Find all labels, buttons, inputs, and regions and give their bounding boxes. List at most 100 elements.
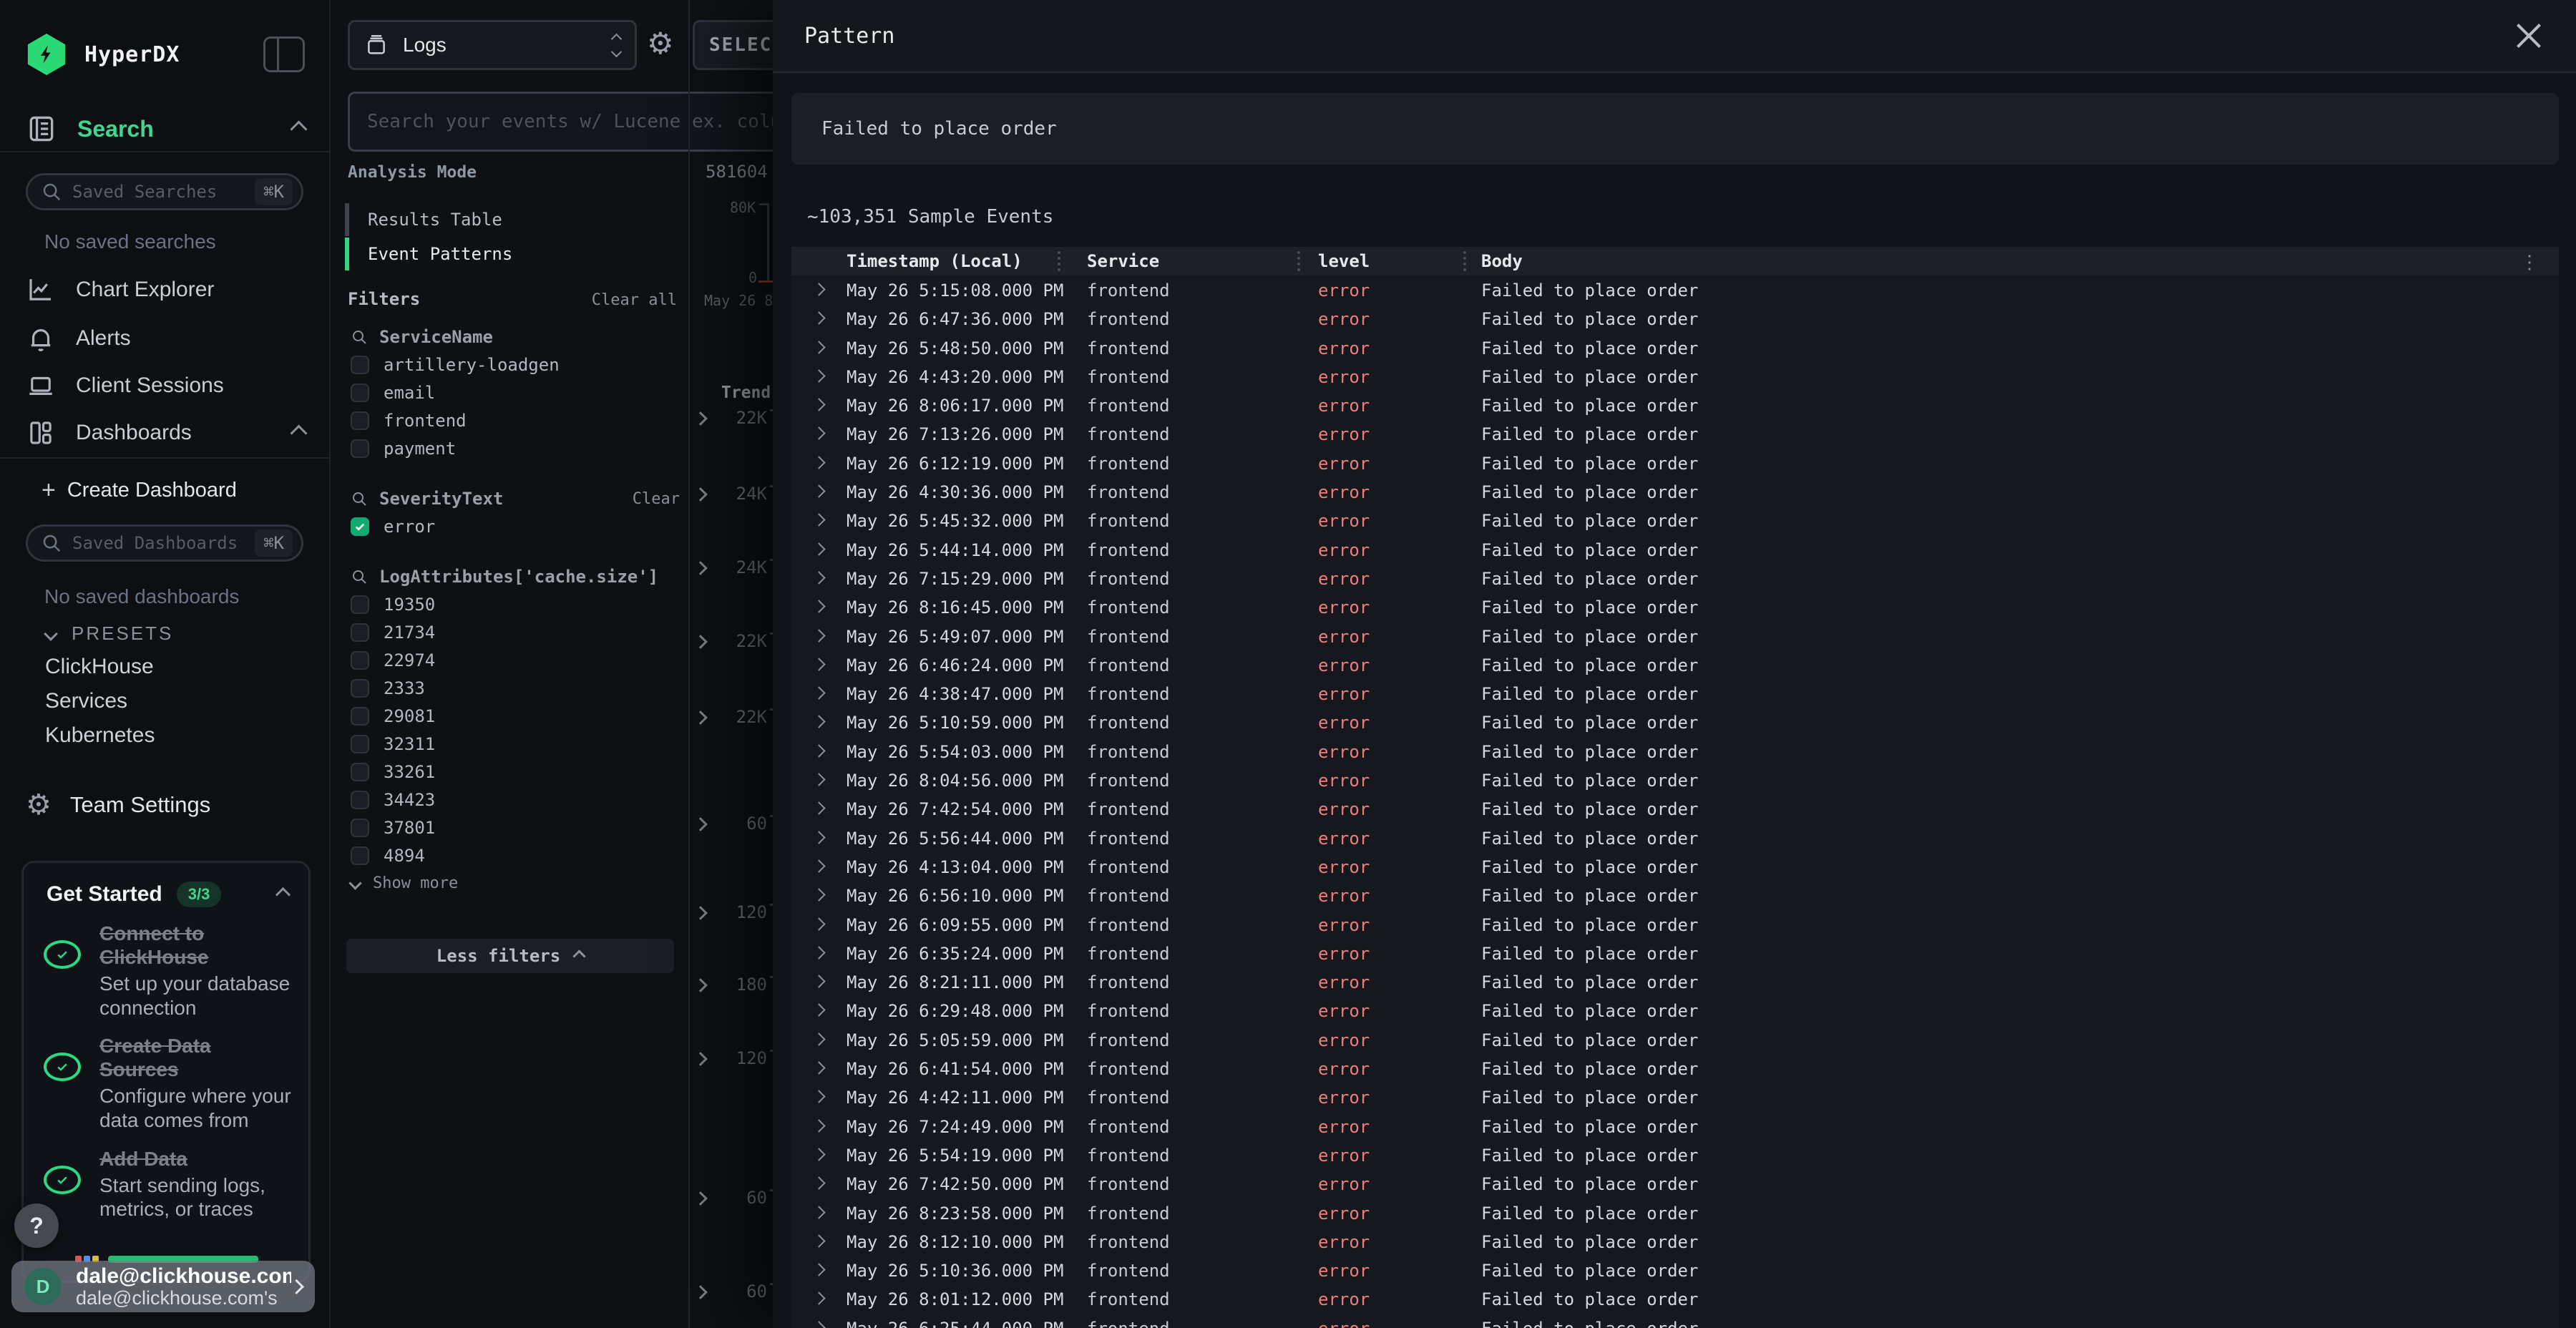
- column-header-body[interactable]: Body: [1481, 247, 1523, 275]
- table-row[interactable]: May 26 6:41:54.000 PMfrontenderrorFailed…: [791, 1054, 2559, 1083]
- checklist-item[interactable]: Connect to ClickHouse Set up your databa…: [44, 922, 291, 1020]
- row-expand-icon[interactable]: [812, 571, 825, 584]
- checkbox[interactable]: [351, 679, 369, 698]
- filter-option[interactable]: 4894: [351, 841, 680, 869]
- table-row[interactable]: May 26 4:13:04.000 PMfrontenderrorFailed…: [791, 852, 2559, 881]
- table-row[interactable]: May 26 6:29:48.000 PMfrontenderrorFailed…: [791, 996, 2559, 1025]
- row-expand-icon[interactable]: [812, 1148, 825, 1161]
- chevron-right-icon[interactable]: [693, 411, 708, 426]
- pattern-row-peek[interactable]: 60: [690, 1281, 774, 1303]
- row-expand-icon[interactable]: [812, 1177, 825, 1190]
- table-row[interactable]: May 26 5:10:59.000 PMfrontenderrorFailed…: [791, 708, 2559, 736]
- row-expand-icon[interactable]: [812, 341, 825, 353]
- row-expand-icon[interactable]: [812, 1119, 825, 1132]
- row-expand-icon[interactable]: [812, 831, 825, 844]
- sidebar-item-alerts[interactable]: Alerts: [26, 321, 305, 356]
- chevron-up-icon[interactable]: [290, 424, 307, 441]
- row-expand-icon[interactable]: [812, 600, 825, 613]
- chevron-right-icon[interactable]: [693, 1191, 708, 1206]
- row-expand-icon[interactable]: [812, 312, 825, 325]
- table-row[interactable]: May 26 5:05:59.000 PMfrontenderrorFailed…: [791, 1025, 2559, 1054]
- filter-option[interactable]: 34423: [351, 786, 680, 814]
- column-header-service[interactable]: Service: [1087, 247, 1159, 275]
- table-row[interactable]: May 26 6:56:10.000 PMfrontenderrorFailed…: [791, 881, 2559, 909]
- checkbox[interactable]: [351, 763, 369, 781]
- row-expand-icon[interactable]: [812, 889, 825, 902]
- checkbox[interactable]: [351, 707, 369, 726]
- chevron-right-icon[interactable]: [693, 906, 708, 920]
- pattern-row-peek[interactable]: 24K: [690, 484, 774, 505]
- filter-option[interactable]: 29081: [351, 702, 680, 730]
- row-expand-icon[interactable]: [812, 1321, 825, 1328]
- filter-option[interactable]: 33261: [351, 758, 680, 786]
- create-dashboard-button[interactable]: + Create Dashboard: [42, 477, 237, 504]
- checkbox[interactable]: [351, 819, 369, 837]
- filter-option[interactable]: email: [351, 379, 680, 406]
- table-row[interactable]: May 26 8:01:12.000 PMfrontenderrorFailed…: [791, 1284, 2559, 1313]
- chevron-right-icon[interactable]: [693, 1285, 708, 1299]
- sidebar-item-team-settings[interactable]: ⚙ Team Settings: [26, 787, 305, 823]
- table-options-icon[interactable]: ⋮: [2520, 253, 2539, 271]
- show-more-link[interactable]: Show more: [351, 869, 680, 897]
- column-resize-handle[interactable]: [1463, 251, 1466, 271]
- filter-option[interactable]: 21734: [351, 618, 680, 646]
- row-expand-icon[interactable]: [812, 716, 825, 728]
- table-row[interactable]: May 26 4:42:11.000 PMfrontenderrorFailed…: [791, 1083, 2559, 1111]
- pattern-row-peek[interactable]: 180: [690, 975, 774, 996]
- row-expand-icon[interactable]: [812, 859, 825, 872]
- checkbox[interactable]: [351, 439, 369, 458]
- row-expand-icon[interactable]: [812, 283, 825, 296]
- saved-searches-input[interactable]: Saved Searches ⌘K: [26, 173, 303, 210]
- table-row[interactable]: May 26 8:16:45.000 PMfrontenderrorFailed…: [791, 592, 2559, 621]
- filter-option[interactable]: 22974: [351, 646, 680, 674]
- row-expand-icon[interactable]: [812, 484, 825, 497]
- row-expand-icon[interactable]: [812, 658, 825, 670]
- filter-option[interactable]: 2333: [351, 674, 680, 702]
- row-expand-icon[interactable]: [812, 398, 825, 411]
- table-row[interactable]: May 26 4:30:36.000 PMfrontenderrorFailed…: [791, 477, 2559, 506]
- table-row[interactable]: May 26 5:54:03.000 PMfrontenderrorFailed…: [791, 737, 2559, 766]
- row-expand-icon[interactable]: [812, 917, 825, 930]
- presets-toggle[interactable]: PRESETS: [46, 622, 173, 645]
- checkbox[interactable]: [351, 356, 369, 374]
- table-row[interactable]: May 26 7:42:54.000 PMfrontenderrorFailed…: [791, 794, 2559, 823]
- table-row[interactable]: May 26 6:12:19.000 PMfrontenderrorFailed…: [791, 449, 2559, 477]
- sidebar-item-chart-explorer[interactable]: Chart Explorer: [26, 272, 305, 308]
- row-expand-icon[interactable]: [812, 802, 825, 815]
- checkbox[interactable]: [351, 623, 369, 642]
- filter-option[interactable]: 19350: [351, 590, 680, 618]
- clear-all-filters-link[interactable]: Clear all: [592, 291, 677, 309]
- column-resize-handle[interactable]: [1058, 251, 1060, 271]
- sidebar-item-preset-kubernetes[interactable]: Kubernetes: [45, 723, 155, 748]
- sidebar-item-search[interactable]: Search: [26, 109, 305, 149]
- chevron-up-icon[interactable]: [275, 887, 291, 902]
- row-expand-icon[interactable]: [812, 629, 825, 642]
- chevron-up-icon[interactable]: [290, 120, 307, 137]
- filter-option[interactable]: frontend: [351, 406, 680, 434]
- table-row[interactable]: May 26 5:15:08.000 PMfrontenderrorFailed…: [791, 275, 2559, 304]
- row-expand-icon[interactable]: [812, 456, 825, 469]
- filter-option[interactable]: payment: [351, 434, 680, 462]
- checkbox-checked[interactable]: [351, 517, 369, 536]
- sidebar-item-preset-clickhouse[interactable]: ClickHouse: [45, 655, 154, 679]
- table-row[interactable]: May 26 7:13:26.000 PMfrontenderrorFailed…: [791, 419, 2559, 448]
- checkbox[interactable]: [351, 411, 369, 430]
- row-expand-icon[interactable]: [812, 773, 825, 786]
- row-expand-icon[interactable]: [812, 1292, 825, 1305]
- pattern-row-peek[interactable]: 120: [690, 902, 774, 924]
- row-expand-icon[interactable]: [812, 1004, 825, 1017]
- table-row[interactable]: May 26 4:38:47.000 PMfrontenderrorFailed…: [791, 679, 2559, 708]
- filter-option[interactable]: 37801: [351, 814, 680, 841]
- filter-option[interactable]: error: [351, 512, 680, 540]
- row-expand-icon[interactable]: [812, 744, 825, 757]
- sidebar-item-dashboards[interactable]: Dashboards: [26, 415, 305, 451]
- sidebar-item-client-sessions[interactable]: Client Sessions: [26, 368, 305, 404]
- row-expand-icon[interactable]: [812, 975, 825, 987]
- table-row[interactable]: May 26 5:45:32.000 PMfrontenderrorFailed…: [791, 506, 2559, 534]
- checkbox[interactable]: [351, 846, 369, 865]
- source-settings-gear-icon[interactable]: ⚙: [647, 29, 674, 59]
- table-row[interactable]: May 26 8:21:11.000 PMfrontenderrorFailed…: [791, 967, 2559, 996]
- row-expand-icon[interactable]: [812, 1032, 825, 1045]
- table-row[interactable]: May 26 5:44:14.000 PMfrontenderrorFailed…: [791, 535, 2559, 564]
- table-row[interactable]: May 26 7:15:29.000 PMfrontenderrorFailed…: [791, 564, 2559, 592]
